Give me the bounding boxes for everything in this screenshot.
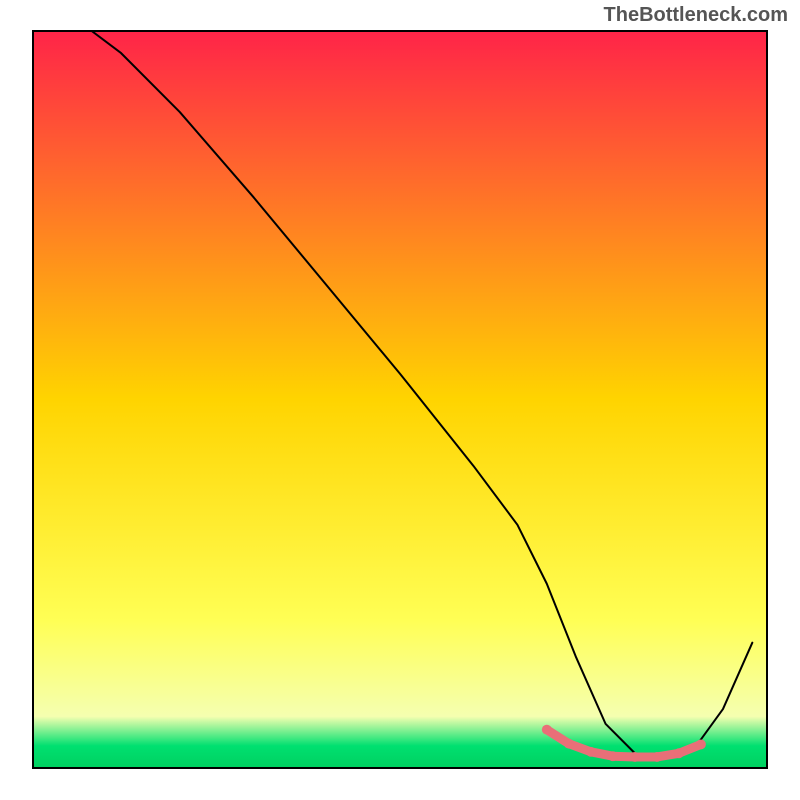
- optimal-range-highlight-dot: [630, 752, 640, 762]
- optimal-range-highlight-dot: [608, 751, 618, 761]
- optimal-range-highlight-dot: [586, 747, 596, 757]
- optimal-range-highlight-dot: [674, 748, 684, 758]
- bottleneck-chart: [0, 0, 800, 800]
- optimal-range-highlight-dot: [652, 752, 662, 762]
- gradient-background: [33, 31, 767, 768]
- optimal-range-highlight-dot: [542, 725, 552, 735]
- optimal-range-highlight-dot: [564, 739, 574, 749]
- optimal-range-highlight-dot: [696, 739, 706, 749]
- watermark-text: TheBottleneck.com: [604, 4, 788, 27]
